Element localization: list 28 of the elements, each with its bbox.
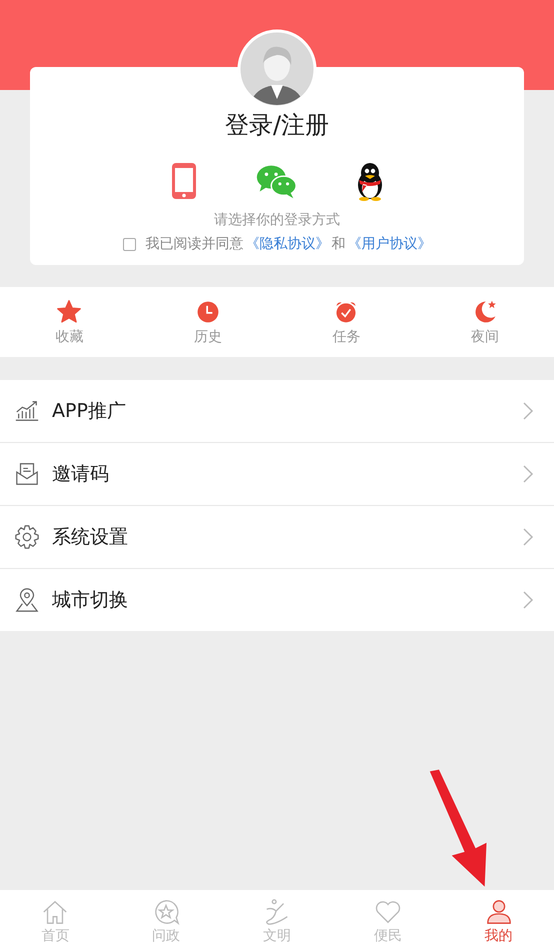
quick-action-label[interactable]: 收藏: [55, 328, 84, 346]
menu-item[interactable]: 城市切换: [0, 569, 554, 631]
settings-icon: [14, 524, 40, 550]
menu-item[interactable]: 邀请码: [0, 443, 554, 506]
user-agreement-link[interactable]: 《用户协议》: [348, 235, 432, 253]
envelope-icon: [14, 461, 40, 487]
agreement-checkbox[interactable]: [122, 238, 136, 250]
menu-item[interactable]: APP推广: [0, 380, 554, 443]
agreement-text: 和: [332, 235, 346, 253]
privacy-link[interactable]: 《隐私协议》: [246, 235, 330, 253]
quick-action-label[interactable]: 夜间: [470, 328, 499, 346]
quick-action-label[interactable]: 任务: [332, 328, 360, 346]
star-icon[interactable]: [56, 298, 82, 324]
chevron-icon: [522, 527, 534, 547]
star-bubble-icon: [152, 898, 180, 926]
chevron-icon: [522, 464, 534, 484]
tab[interactable]: 我的: [443, 890, 554, 952]
bar-chart-icon: [14, 398, 40, 424]
person-icon: [484, 898, 513, 926]
location-pin-icon: [14, 587, 40, 613]
agreement-text: 我已阅读并同意: [146, 235, 244, 253]
chevron-icon: [522, 590, 534, 610]
login-title[interactable]: 登录/注册: [224, 109, 330, 141]
login-hint: 请选择你的登录方式: [214, 211, 340, 229]
quick-action-label[interactable]: 历史: [194, 328, 222, 346]
menu-item[interactable]: 系统设置: [0, 506, 554, 569]
clock-icon[interactable]: [194, 298, 221, 324]
chevron-icon: [522, 401, 534, 421]
